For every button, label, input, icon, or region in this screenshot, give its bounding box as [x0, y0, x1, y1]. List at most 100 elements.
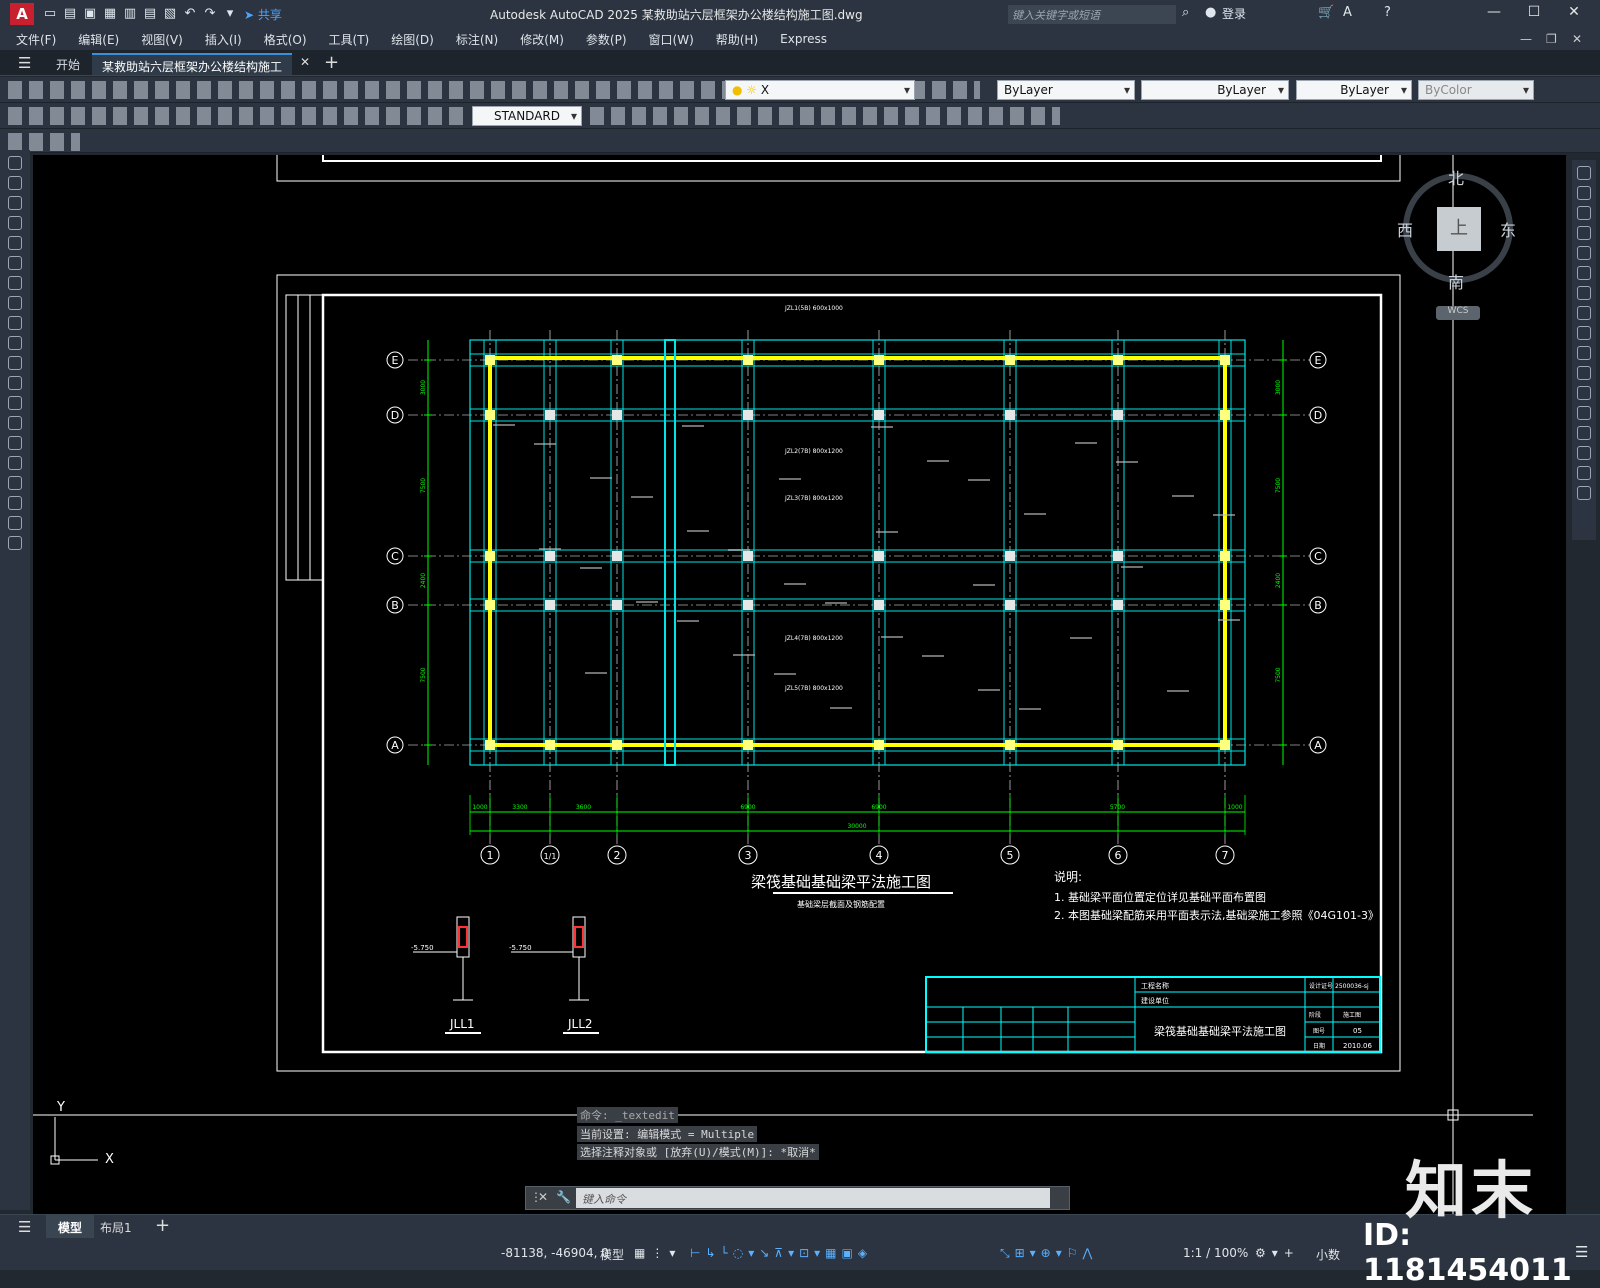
- copy-icon[interactable]: [1577, 186, 1591, 200]
- help-icon[interactable]: ?: [1384, 5, 1391, 20]
- command-close-icon[interactable]: ✕: [538, 1190, 548, 1204]
- insert-block-icon[interactable]: [8, 376, 22, 390]
- extend-icon[interactable]: [1577, 366, 1591, 380]
- table-icon[interactable]: [8, 496, 22, 510]
- plotstyle-dropdown[interactable]: ByColor: [1418, 80, 1534, 100]
- units-dropdown[interactable]: 小数: [1316, 1246, 1340, 1263]
- menu-file[interactable]: 文件(F): [16, 31, 56, 48]
- menu-edit[interactable]: 编辑(E): [78, 31, 119, 48]
- mirror-icon[interactable]: [1577, 206, 1591, 220]
- selection-toggle-icons[interactable]: ⤡⊞▾⊕▾⚐⋀: [1000, 1246, 1097, 1261]
- offset-icon[interactable]: [1577, 226, 1591, 240]
- save-icon[interactable]: ▣: [82, 6, 98, 22]
- text-style-dropdown[interactable]: STANDARD: [472, 106, 582, 126]
- ellipse-arc-icon[interactable]: [8, 356, 22, 370]
- rectangle-icon[interactable]: [8, 236, 22, 250]
- drafting-toggle-icons[interactable]: ⊢↳└◌▾↘⊼▾⊡▾▦▣◈: [690, 1246, 872, 1260]
- close-icon[interactable]: ✕: [1560, 4, 1588, 20]
- tab-close-icon[interactable]: ✕: [300, 55, 310, 69]
- search-icon[interactable]: ⌕: [1182, 5, 1189, 20]
- autocad-logo-icon[interactable]: A: [10, 3, 34, 25]
- viewcube-north[interactable]: 北: [1448, 165, 1464, 189]
- erase-icon[interactable]: [1577, 166, 1591, 180]
- tab-model[interactable]: 模型: [46, 1215, 95, 1239]
- menu-parametric[interactable]: 参数(P): [586, 31, 627, 48]
- viewcube-south[interactable]: 南: [1448, 269, 1464, 293]
- menu-draw[interactable]: 绘图(D): [391, 31, 434, 48]
- menu-tools[interactable]: 工具(T): [329, 31, 370, 48]
- open-file-icon[interactable]: ▤: [62, 6, 78, 22]
- plot-icon[interactable]: ▤: [142, 6, 158, 22]
- save-as-icon[interactable]: ▦: [102, 6, 118, 22]
- viewcube-east[interactable]: 东: [1500, 217, 1516, 241]
- blend-icon[interactable]: [1577, 466, 1591, 480]
- menu-format[interactable]: 格式(O): [264, 31, 307, 48]
- search-input[interactable]: 键入关键字或短语: [1008, 5, 1176, 24]
- viewcube-top-face[interactable]: 上: [1437, 207, 1481, 251]
- add-layout-icon[interactable]: +: [155, 1215, 170, 1236]
- doc-restore-icon[interactable]: ❐: [1546, 32, 1557, 46]
- ellipse-icon[interactable]: [8, 336, 22, 350]
- mtext-icon[interactable]: [8, 516, 22, 530]
- region-icon[interactable]: [8, 476, 22, 490]
- redo-icon[interactable]: ↷: [202, 6, 218, 22]
- doc-minimize-icon[interactable]: —: [1520, 32, 1532, 46]
- tab-layout1[interactable]: 布局1: [100, 1219, 132, 1236]
- break-icon[interactable]: [1577, 386, 1591, 400]
- menu-window[interactable]: 窗口(W): [649, 31, 694, 48]
- login-button[interactable]: 登录: [1222, 5, 1246, 22]
- make-block-icon[interactable]: [8, 396, 22, 410]
- arc-icon[interactable]: [8, 256, 22, 270]
- explode-icon[interactable]: [1577, 486, 1591, 500]
- revision-cloud-icon[interactable]: [8, 296, 22, 310]
- rotate-icon[interactable]: [1577, 286, 1591, 300]
- extra-toolbar-icons[interactable]: [8, 133, 80, 151]
- command-customize-icon[interactable]: 🔧: [556, 1190, 571, 1204]
- menu-modify[interactable]: 修改(M): [520, 31, 564, 48]
- menu-insert[interactable]: 插入(I): [205, 31, 242, 48]
- line-icon[interactable]: [8, 156, 22, 170]
- join-icon[interactable]: [1577, 406, 1591, 420]
- spline-icon[interactable]: [8, 316, 22, 330]
- tab-document[interactable]: 某救助站六层框架办公楼结构施工图*: [92, 53, 292, 91]
- wcs-menu[interactable]: WCS: [1436, 306, 1480, 320]
- model-space-toggle[interactable]: 模型: [600, 1246, 624, 1263]
- command-input[interactable]: 键入命令: [576, 1188, 1050, 1208]
- print-icon[interactable]: ▧: [162, 6, 178, 22]
- new-file-icon[interactable]: ▭: [42, 6, 58, 22]
- viewcube[interactable]: 上: [1403, 173, 1513, 283]
- user-icon[interactable]: ●: [1205, 5, 1216, 20]
- scale-icon[interactable]: [1577, 306, 1591, 320]
- move-icon[interactable]: [1577, 266, 1591, 280]
- web-mobile-icon[interactable]: ▥: [122, 6, 138, 22]
- array-icon[interactable]: [1577, 246, 1591, 260]
- trim-icon[interactable]: [1577, 346, 1591, 360]
- coordinates-readout[interactable]: -81138, -46904, 0: [501, 1246, 609, 1260]
- workspace-gear-icon[interactable]: ⚙▾+: [1255, 1246, 1300, 1260]
- point-icon[interactable]: [8, 416, 22, 430]
- doc-close-icon[interactable]: ✕: [1572, 32, 1582, 46]
- customize-icon[interactable]: ▾: [222, 6, 238, 22]
- gradient-icon[interactable]: [8, 456, 22, 470]
- layer-dropdown[interactable]: ● ☼ X: [725, 80, 915, 100]
- viewcube-west[interactable]: 西: [1397, 217, 1413, 241]
- minimize-icon[interactable]: —: [1480, 4, 1508, 20]
- menu-express[interactable]: Express: [780, 32, 827, 46]
- tab-start[interactable]: 开始: [46, 53, 90, 75]
- construction-line-icon[interactable]: [8, 176, 22, 190]
- modify-toolbar-icons[interactable]: [590, 107, 1060, 125]
- cart-icon[interactable]: 🛒: [1318, 5, 1334, 20]
- polygon-icon[interactable]: [8, 216, 22, 230]
- fillet-icon[interactable]: [1577, 446, 1591, 460]
- menu-dimension[interactable]: 标注(N): [456, 31, 498, 48]
- grid-snap-icons[interactable]: ▦⋮▾: [634, 1246, 681, 1260]
- drawing-canvas[interactable]: E E D D C C B B A A 1 1/1 2 3 4 5 6 7 1000 3300 3600 6900 6900…: [33, 155, 1566, 1215]
- autodesk-a360-icon[interactable]: A: [1343, 5, 1352, 20]
- dimension-toolbar-icons[interactable]: [8, 107, 470, 125]
- hamburger-menu-icon[interactable]: ☰: [18, 54, 31, 72]
- undo-icon[interactable]: ↶: [182, 6, 198, 22]
- circle-icon[interactable]: [8, 276, 22, 290]
- layout-menu-icon[interactable]: ☰: [18, 1218, 31, 1236]
- maximize-icon[interactable]: ☐: [1520, 4, 1548, 20]
- hatch-icon[interactable]: [8, 436, 22, 450]
